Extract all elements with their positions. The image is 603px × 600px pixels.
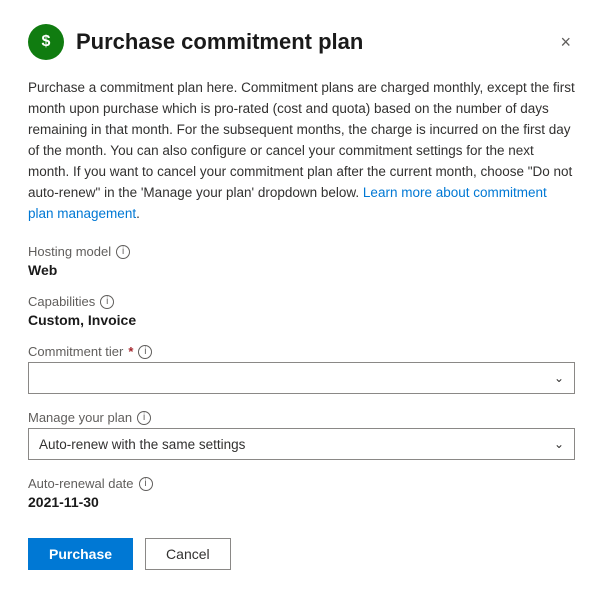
dialog-header: $ Purchase commitment plan ×: [28, 24, 575, 60]
capabilities-label: Capabilities: [28, 294, 95, 309]
manage-plan-label-group: Manage your plan i: [28, 410, 575, 425]
manage-plan-selected-value: Auto-renew with the same settings: [39, 437, 245, 452]
manage-plan-chevron-icon: ⌄: [554, 437, 564, 451]
commitment-tier-chevron-icon: ⌄: [554, 371, 564, 385]
manage-plan-info-icon[interactable]: i: [137, 411, 151, 425]
purchase-commitment-dialog: $ Purchase commitment plan × Purchase a …: [0, 0, 603, 600]
commitment-tier-field: Commitment tier * i ⌄: [28, 344, 575, 394]
close-button[interactable]: ×: [556, 29, 575, 55]
hosting-model-info-icon[interactable]: i: [116, 245, 130, 259]
capabilities-info-icon[interactable]: i: [100, 295, 114, 309]
commitment-tier-label: Commitment tier: [28, 344, 123, 359]
commitment-tier-dropdown[interactable]: ⌄: [28, 362, 575, 394]
manage-plan-dropdown[interactable]: Auto-renew with the same settings ⌄: [28, 428, 575, 460]
description-main: Purchase a commitment plan here. Commitm…: [28, 80, 575, 200]
auto-renewal-date-label: Auto-renewal date: [28, 476, 134, 491]
commitment-tier-label-group: Commitment tier * i: [28, 344, 575, 359]
purchase-button[interactable]: Purchase: [28, 538, 133, 570]
dialog-title: Purchase commitment plan: [76, 29, 556, 55]
description-text: Purchase a commitment plan here. Commitm…: [28, 78, 575, 224]
auto-renewal-date-value: 2021-11-30: [28, 494, 575, 510]
auto-renewal-date-field: Auto-renewal date i 2021-11-30: [28, 476, 575, 510]
auto-renewal-date-info-icon[interactable]: i: [139, 477, 153, 491]
capabilities-label-group: Capabilities i: [28, 294, 575, 309]
hosting-model-label-group: Hosting model i: [28, 244, 575, 259]
manage-plan-field: Manage your plan i Auto-renew with the s…: [28, 410, 575, 460]
capabilities-field: Capabilities i Custom, Invoice: [28, 294, 575, 328]
required-indicator: *: [128, 344, 133, 359]
manage-plan-label: Manage your plan: [28, 410, 132, 425]
cancel-button[interactable]: Cancel: [145, 538, 231, 570]
hosting-model-value: Web: [28, 262, 575, 278]
hosting-model-field: Hosting model i Web: [28, 244, 575, 278]
capabilities-value: Custom, Invoice: [28, 312, 575, 328]
commitment-tier-info-icon[interactable]: i: [138, 345, 152, 359]
logo-icon: $: [28, 24, 64, 60]
auto-renewal-date-label-group: Auto-renewal date i: [28, 476, 575, 491]
hosting-model-label: Hosting model: [28, 244, 111, 259]
dialog-footer: Purchase Cancel: [28, 538, 575, 570]
